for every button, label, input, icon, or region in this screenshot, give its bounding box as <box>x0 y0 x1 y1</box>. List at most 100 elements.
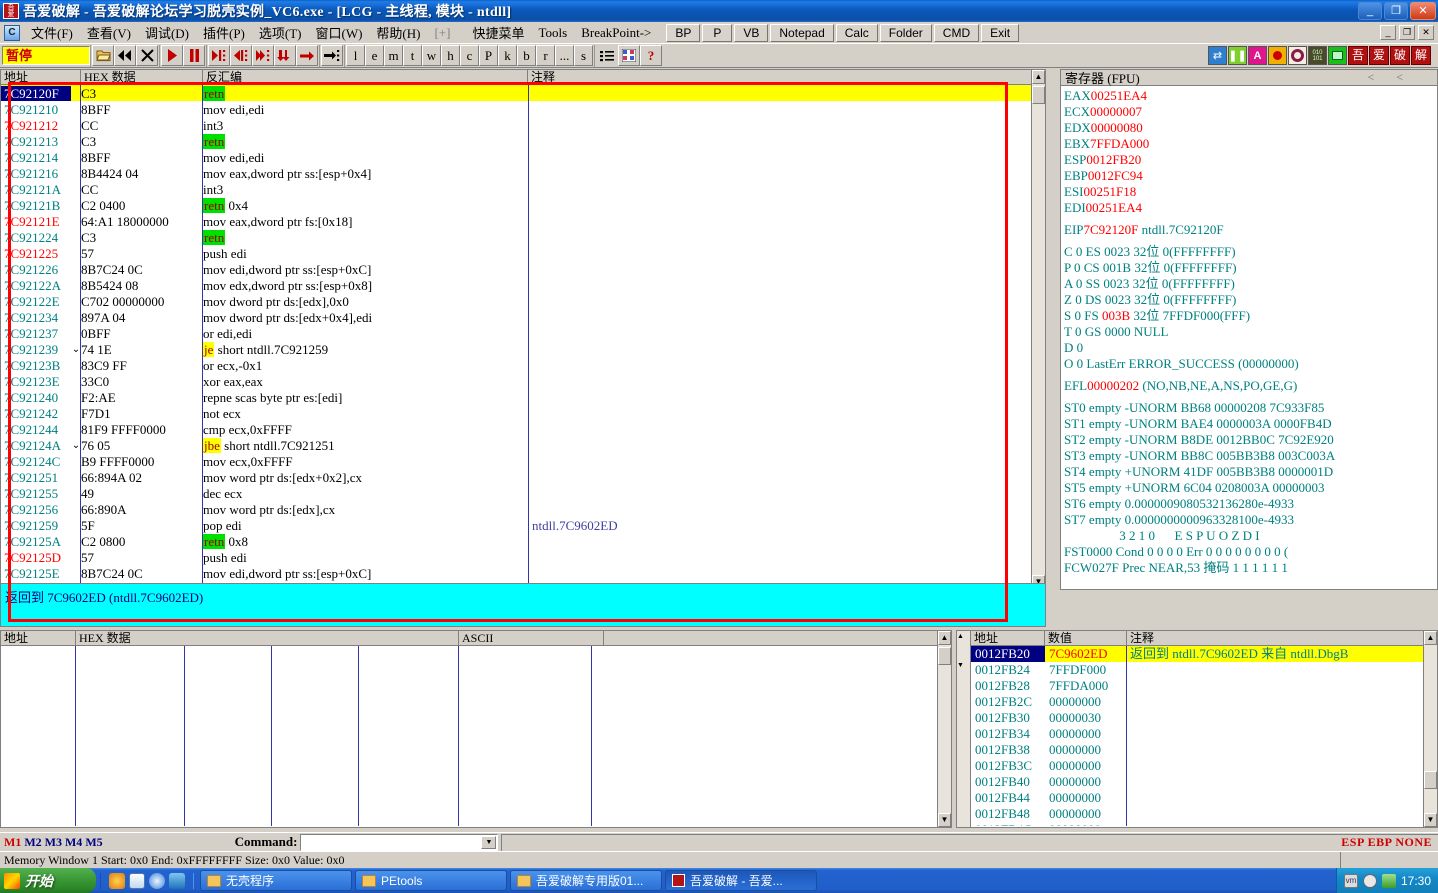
wu-icon-1[interactable]: 吾 <box>1348 46 1368 65</box>
menu-plugins[interactable]: 插件(P) <box>196 21 252 44</box>
list-icon[interactable] <box>596 45 618 66</box>
fpu-control-row[interactable]: FCW 027F Prec NEAR,53 掩码 1 1 1 1 1 1 <box>1064 560 1437 576</box>
quicklaunch-media-icon[interactable] <box>109 872 125 889</box>
fpu-status-row[interactable]: FST 0000 Cond 0 0 0 0 Err 0 0 0 0 0 0 0 … <box>1064 544 1437 560</box>
step-over-icon[interactable] <box>230 45 252 66</box>
stack-scroll-down-arrow[interactable]: ▼ <box>957 660 970 673</box>
close-program-icon[interactable] <box>136 45 158 66</box>
disassembly-row[interactable]: 7C921259 5F pop edi ntdll.7C9602ED <box>1 517 1045 533</box>
register-row[interactable]: ESP 0012FB20 <box>1064 152 1437 168</box>
disassembly-row[interactable]: 7C921242 F7D1 not ecx <box>1 405 1045 421</box>
button-p[interactable]: P <box>702 23 733 42</box>
disassembly-row[interactable]: 7C92125D 57 push edi <box>1 549 1045 565</box>
restart-icon[interactable] <box>114 45 136 66</box>
stack-row[interactable]: 0012FB4C00000000 <box>971 822 1437 826</box>
mem-flag-m3[interactable]: M3 <box>45 835 62 849</box>
disassembly-row[interactable]: 7C921225 57 push edi <box>1 245 1045 261</box>
fpu-register-row[interactable]: ST4 empty +UNORM 41DF 005BB3B8 0000001D <box>1064 464 1437 480</box>
disassembly-row[interactable]: 7C921212 CC int3 <box>1 117 1045 133</box>
dump-scroll-down-arrow[interactable]: ▼ <box>938 813 951 827</box>
disassembly-row[interactable]: 7C921224 C3 retn <box>1 229 1045 245</box>
help-icon[interactable]: ? <box>640 45 662 66</box>
fpu-register-row[interactable]: ST2 empty -UNORM B8DE 0012BB0C 7C92E920 <box>1064 432 1437 448</box>
register-row[interactable]: EBX 7FFDA000 <box>1064 136 1437 152</box>
disassembly-row[interactable]: 7C921256 66:890A mov word ptr ds:[edx],cx <box>1 501 1045 517</box>
mem-flag-m5[interactable]: M5 <box>85 835 102 849</box>
button-notepad[interactable]: Notepad <box>770 23 834 42</box>
threads-button[interactable]: t <box>403 45 422 66</box>
fpu-register-row[interactable]: ST1 empty -UNORM BAE4 0000003A 0000FB4D <box>1064 416 1437 432</box>
stack-col-address[interactable]: 地址 <box>971 630 1045 646</box>
taskbar-clock[interactable]: 17:30 <box>1401 874 1431 888</box>
stack-row[interactable]: 0012FB48 00000000 <box>971 806 1437 822</box>
disassembly-row[interactable]: 7C92121B C2 0400 retn 0x4 <box>1 197 1045 213</box>
disassembly-row[interactable]: 7C92125E 8B7C24 0C mov edi,dword ptr ss:[e… <box>1 565 1045 581</box>
flag-segment-row[interactable]: P 0 CS 001B 32位 0(FFFFFFFF) <box>1064 260 1437 276</box>
stack-right-down-arrow[interactable]: ▼ <box>1424 813 1437 827</box>
register-row-efl[interactable]: EFL 00000202 (NO,NB,NE,A,NS,PO,GE,G) <box>1064 378 1437 394</box>
quicklaunch-ie-icon[interactable] <box>149 872 165 889</box>
fpu-register-row[interactable]: ST5 empty +UNORM 6C04 0208003A 00000003 <box>1064 480 1437 496</box>
menu-file[interactable]: 文件(F) <box>24 21 80 44</box>
cpu-button[interactable]: c <box>460 45 479 66</box>
trace-into-icon[interactable] <box>252 45 274 66</box>
dump-rows[interactable] <box>1 646 951 826</box>
quicklaunch-info-icon[interactable] <box>169 872 185 889</box>
stack-scroll-up-arrow[interactable]: ▲ <box>957 631 970 644</box>
dump-col-address[interactable]: 地址 <box>1 630 76 646</box>
dump-col-extra[interactable] <box>604 631 951 646</box>
col-header-hex[interactable]: HEX 数据 <box>81 70 203 85</box>
disassembly-row[interactable]: 7C921210 8BFF mov edi,edi <box>1 101 1045 117</box>
flag-segment-row[interactable]: D 0 <box>1064 340 1437 356</box>
dump-scroll-thumb[interactable] <box>938 647 951 665</box>
stack-row[interactable]: 0012FB40 00000000 <box>971 774 1437 790</box>
menu-window[interactable]: 窗口(W) <box>308 21 369 44</box>
disassembly-row[interactable]: 7C92122E C702 00000000 mov dword ptr ds:[e… <box>1 293 1045 309</box>
stack-row[interactable]: 0012FB38 00000000 <box>971 742 1437 758</box>
dump-scrollbar[interactable]: ▲ ▼ <box>937 631 951 827</box>
disassembly-row[interactable]: 7C92120F C3 retn <box>1 85 1045 101</box>
maximize-button[interactable]: ❐ <box>1384 2 1408 20</box>
source-button[interactable]: s <box>574 45 593 66</box>
disassembly-rows[interactable]: 7C92120F C3 retn 7C921210 8BFF mov edi,edi 7C9… <box>1 85 1045 589</box>
stack-left-scrollbar[interactable]: ▲ ▼ <box>957 631 971 827</box>
run-trace-button[interactable]: ... <box>555 45 574 66</box>
stack-row[interactable]: 0012FB34 00000000 <box>971 726 1437 742</box>
stack-rows[interactable]: 0012FB20 7C9602ED 返回到 ntdll.7C9602ED 来自 nt… <box>971 646 1437 826</box>
button-cmd[interactable]: CMD <box>933 23 980 42</box>
minimize-button[interactable]: _ <box>1358 2 1382 20</box>
wu-icon-2[interactable]: 爱 <box>1369 46 1389 65</box>
disassembly-row[interactable]: 7C92121E 64:A1 18000000 mov eax,dword ptr … <box>1 213 1045 229</box>
swap-icon[interactable]: ⇄ <box>1208 46 1227 65</box>
stack-row[interactable]: 0012FB2C 00000000 <box>971 694 1437 710</box>
hex-icon[interactable]: 010 101 <box>1308 46 1327 65</box>
disassembly-row[interactable]: 7C921216 8B4424 04 mov eax,dword ptr ss:[e… <box>1 165 1045 181</box>
col-header-address[interactable]: 地址 <box>1 70 81 85</box>
button-calc[interactable]: Calc <box>835 23 878 42</box>
task-button-3[interactable]: 吾爱破解专用版01... <box>510 870 662 891</box>
stack-scroll-thumb[interactable] <box>957 644 970 660</box>
disassembly-row[interactable]: 7C921234 897A 04 mov dword ptr ds:[edx+0x4… <box>1 309 1045 325</box>
disassembly-row[interactable]: 7C921237 0BFF or edi,edi <box>1 325 1045 341</box>
disassembly-scrollbar[interactable]: ▲ ▼ <box>1031 70 1045 589</box>
target-icon[interactable] <box>1268 46 1287 65</box>
trace-over-icon[interactable] <box>274 45 296 66</box>
references-button[interactable]: r <box>536 45 555 66</box>
quicklaunch-explorer-icon[interactable] <box>129 872 145 889</box>
stack-col-comment[interactable]: 注释 <box>1127 631 1437 646</box>
menu-breakpoint[interactable]: BreakPoint-> <box>574 23 658 43</box>
tray-volume-icon[interactable] <box>1362 873 1377 888</box>
start-button[interactable]: 开始 <box>0 868 96 893</box>
disassembly-row[interactable]: 7C92122A 8B5424 08 mov edx,dword ptr ss:[e… <box>1 277 1045 293</box>
fpu-register-row[interactable]: ST0 empty -UNORM BB68 00000208 7C933F85 <box>1064 400 1437 416</box>
mdi-app-icon[interactable]: C <box>4 24 20 41</box>
mdi-close-button[interactable]: ✕ <box>1418 25 1434 40</box>
register-row-eip[interactable]: EIP 7C92120F ntdll.7C92120F <box>1064 222 1437 238</box>
memory-dump-pane[interactable]: 地址 HEX 数据 ASCII ▲ ▼ <box>0 630 952 828</box>
registers-body[interactable]: EAX 00251EA4 ECX 00000007 EDX 00000080 EBX … <box>1061 86 1437 576</box>
button-bp[interactable]: BP <box>666 23 701 42</box>
dump-col-hex[interactable]: HEX 数据 <box>76 630 459 646</box>
register-row[interactable]: EDX 00000080 <box>1064 120 1437 136</box>
patches-button[interactable]: P <box>479 45 498 66</box>
register-row[interactable]: ECX 00000007 <box>1064 104 1437 120</box>
